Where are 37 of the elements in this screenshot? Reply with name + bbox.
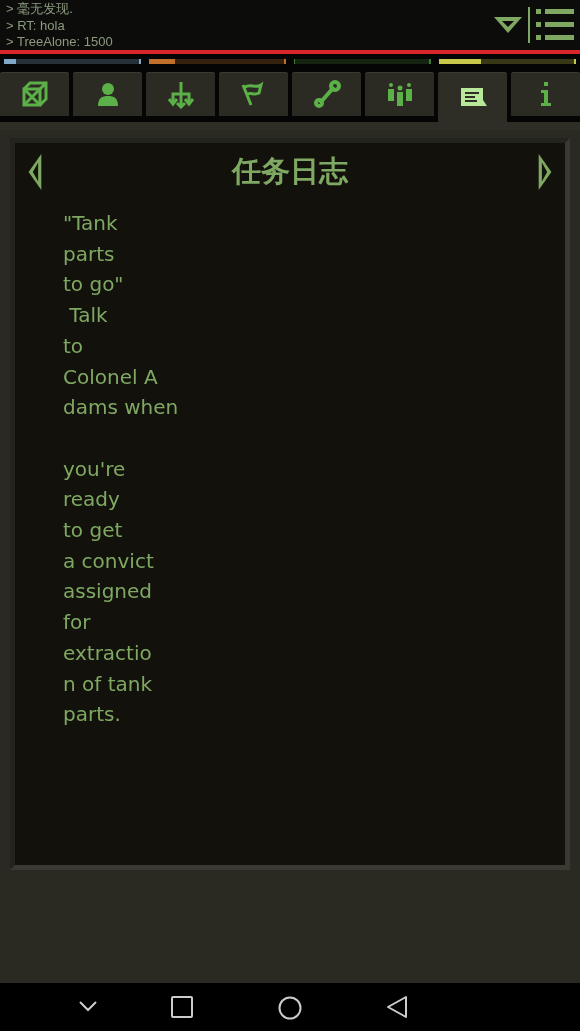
journal-text-line: for (63, 609, 91, 637)
log-line: > 毫无发现. (6, 1, 74, 18)
back-icon[interactable] (386, 995, 408, 1019)
tab[interactable] (292, 72, 361, 116)
tab[interactable] (438, 72, 507, 122)
journal-text-line: Colonel A (63, 363, 158, 391)
tab[interactable] (146, 72, 215, 116)
dropdown-triangle-icon[interactable] (494, 17, 522, 33)
wrench-icon (311, 79, 342, 109)
chevron-down-icon[interactable] (78, 1000, 98, 1012)
journal-text-line: dams when (63, 394, 179, 422)
tab[interactable] (73, 72, 142, 116)
recents-icon[interactable] (171, 996, 193, 1018)
menu-icon[interactable] (536, 8, 574, 42)
home-icon[interactable] (278, 996, 302, 1020)
journal-text-line: to go" (63, 271, 124, 299)
journal-text-line: ready (63, 486, 120, 514)
journal-text-line: to (63, 332, 84, 360)
journal-text-line: to get (63, 517, 123, 544)
log-line: > TreeAlone: 1500 (6, 34, 113, 51)
journal-text-line: assigned (63, 578, 153, 606)
tab[interactable] (219, 72, 288, 116)
journal-text-line: Talk (68, 302, 108, 330)
branch-arrows-icon (165, 79, 196, 109)
info-icon (540, 82, 551, 106)
journal-text-line: parts. (63, 701, 121, 729)
journal-text-line: parts (63, 240, 115, 268)
tab[interactable] (365, 72, 434, 116)
journal-text-line: a convict (63, 547, 154, 575)
journal-text-line: "Tank (63, 210, 118, 237)
journal-text-line: you're (63, 455, 126, 483)
panel-title: 任务日志 (232, 153, 348, 190)
tab[interactable] (0, 72, 69, 116)
tab[interactable] (511, 72, 580, 116)
log-line: > RT: hola (6, 17, 66, 34)
journal-text-line: extractio (63, 639, 152, 667)
journal-text-line: n of tank (63, 670, 153, 698)
